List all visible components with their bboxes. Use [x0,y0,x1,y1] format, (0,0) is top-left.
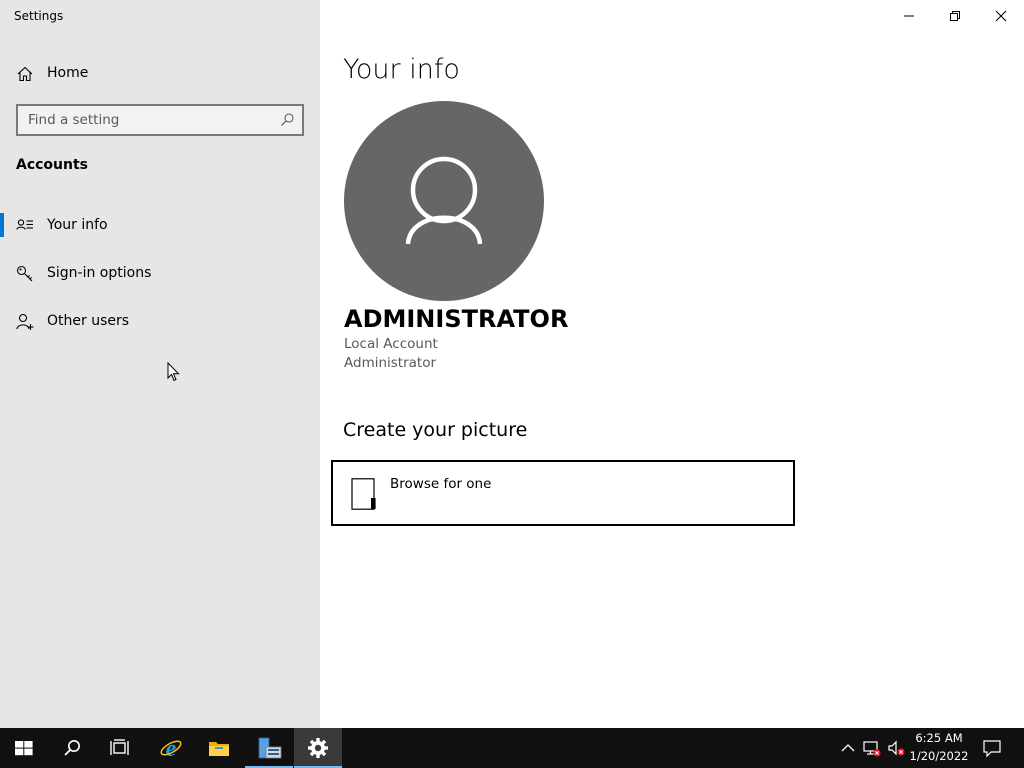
create-picture-heading: Create your picture [343,419,528,441]
settings-gear-icon [308,738,328,758]
browse-for-one-button[interactable]: Browse for one [331,460,795,526]
close-button[interactable] [978,0,1024,32]
sidebar-item-label: Sign-in options [47,265,152,281]
server-manager-button[interactable] [245,728,293,768]
active-indicator [0,213,4,237]
sidebar-item-sign-in-options[interactable]: Sign-in options [0,253,320,293]
restore-icon [950,11,960,21]
contact-card-icon [16,219,33,230]
clock-time[interactable]: 6:25 AM [912,731,966,745]
sidebar-item-other-users[interactable]: Other users [0,301,320,341]
mouse-pointer-icon [167,362,180,382]
restore-button[interactable] [932,0,978,32]
start-icon [15,741,33,756]
volume-muted-icon[interactable] [886,738,906,758]
taskbar-search-button[interactable] [48,728,96,768]
minimize-button[interactable] [886,0,932,32]
key-icon [16,265,33,282]
sidebar-item-label: Other users [47,313,130,329]
internet-explorer-icon: e [160,736,182,760]
app-title: Settings [14,9,64,23]
browse-label: Browse for one [390,476,492,492]
svg-text:e: e [166,736,177,760]
avatar [344,101,544,301]
search-icon[interactable] [279,112,295,128]
task-view-icon [110,739,129,755]
search-box[interactable] [16,104,304,136]
network-icon[interactable] [862,738,882,758]
internet-explorer-button[interactable]: e [147,728,195,768]
account-type: Local Account [344,336,438,352]
search-input[interactable] [18,106,268,134]
add-person-icon [16,313,34,330]
sidebar-item-home[interactable]: Home [0,53,320,93]
sidebar-item-label: Your info [47,217,108,233]
action-center-icon[interactable] [982,738,1002,758]
search-icon [64,740,80,756]
server-manager-icon [258,737,282,759]
sidebar: Settings Home Accounts Your info [0,0,320,728]
close-icon [995,10,1007,22]
sidebar-item-your-info[interactable]: Your info [0,205,320,245]
sidebar-item-label: Home [47,65,89,81]
clock-date[interactable]: 1/20/2022 [908,749,970,763]
task-view-button[interactable] [96,728,144,768]
page-title: Your info [343,54,460,85]
section-heading: Accounts [16,157,89,173]
account-name: ADMINISTRATOR [344,305,569,333]
chevron-up-icon[interactable] [838,738,858,758]
taskbar: e 6:25 AM 1/20/2022 [0,728,1024,768]
account-role: Administrator [344,355,437,371]
file-explorer-icon [209,742,229,756]
settings-taskbar-button[interactable] [294,728,342,768]
file-explorer-button[interactable] [195,728,243,768]
home-icon [17,66,33,82]
browse-file-icon [351,478,376,510]
minimize-icon [904,15,914,17]
person-icon [405,156,483,245]
start-button[interactable] [0,728,48,768]
